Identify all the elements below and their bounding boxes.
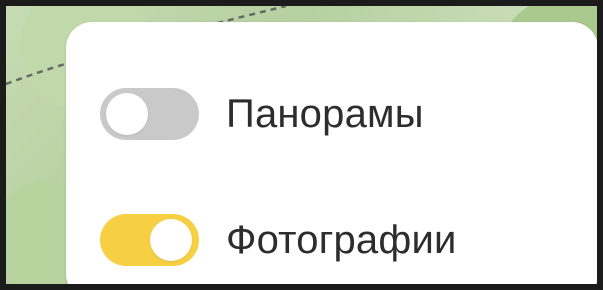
photos-toggle-switch[interactable]: [100, 214, 199, 266]
toggle-knob: [106, 93, 148, 135]
panoramas-toggle-switch[interactable]: [100, 88, 199, 140]
panoramas-toggle-row[interactable]: Панорамы: [100, 84, 424, 144]
photos-toggle-row[interactable]: Фотографии: [100, 210, 457, 270]
toggle-knob: [150, 219, 192, 261]
screenshot-frame: Панорамы Фотографии: [0, 0, 603, 290]
photos-label: Фотографии: [226, 218, 457, 262]
panoramas-label: Панорамы: [226, 92, 424, 136]
layers-panel: Панорамы Фотографии: [66, 22, 597, 284]
